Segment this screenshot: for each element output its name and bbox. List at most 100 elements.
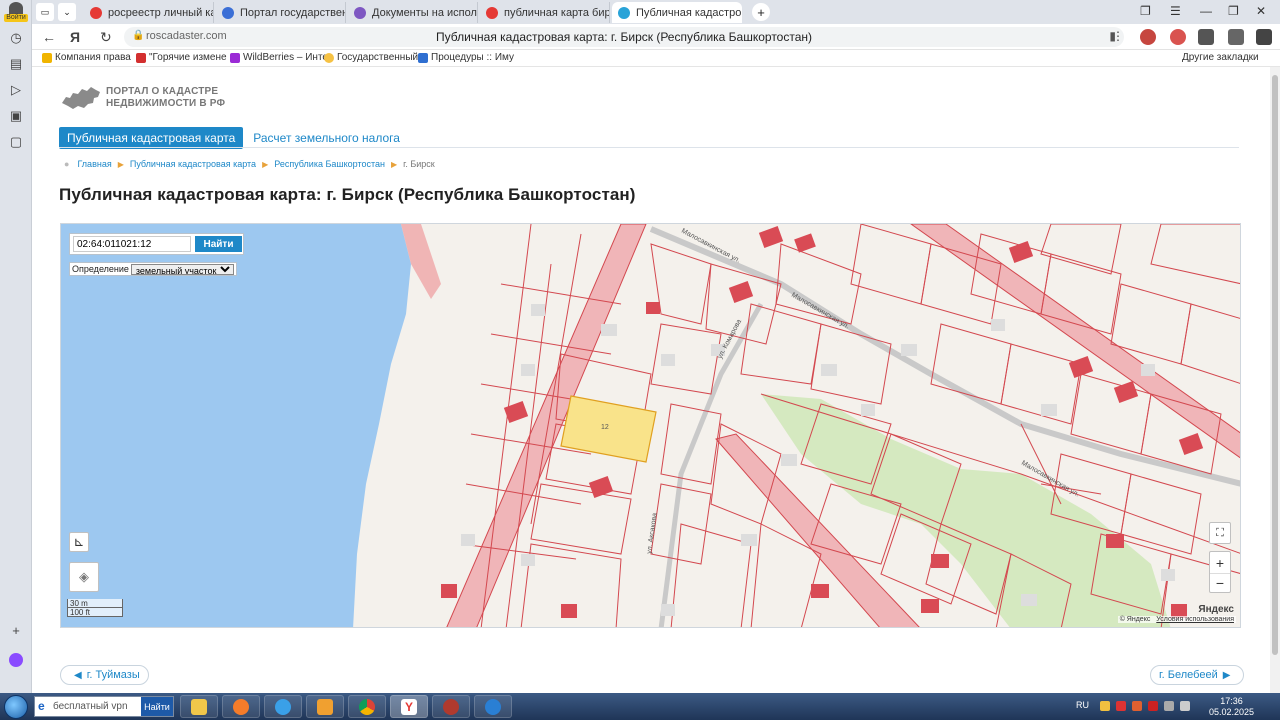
more-icon[interactable]: ⋮ [1112, 29, 1124, 43]
tab-birsk-search[interactable]: публичная карта бирска [480, 2, 610, 23]
tray-icon[interactable] [1116, 701, 1126, 711]
terms-link[interactable]: Условия использования [1156, 616, 1234, 623]
bookmark-label: Государственный [337, 52, 419, 63]
yandex-home-icon[interactable]: Я [70, 29, 80, 45]
scrollbar-thumb[interactable] [1272, 75, 1278, 655]
street-label-malosavkinskaya-2: Малосавкинская ул. [790, 292, 850, 331]
bookmark-label: "Горячие измене [149, 52, 227, 63]
chevron-left-icon: ◀ [74, 669, 82, 681]
app-icon [443, 698, 459, 715]
play-icon[interactable]: ▷ [6, 80, 26, 100]
taskbar-media[interactable] [306, 695, 344, 718]
map-canvas[interactable]: 12 Малосавкинская ул. Малосавкинская ул.… [61, 224, 1241, 628]
zoom-out-button[interactable]: − [1210, 572, 1230, 592]
street-label-aksakova: ул. Аксакова [646, 513, 659, 555]
url-field[interactable]: 🔒 roscadaster.com Публичная кадастровая … [124, 27, 1124, 47]
tray-icon[interactable] [1132, 701, 1142, 711]
extension-icon[interactable] [1170, 29, 1186, 45]
menu-cadastral-map[interactable]: Публичная кадастровая карта [59, 127, 244, 149]
prev-city-button[interactable]: ◀ г. Туймазы [60, 665, 149, 685]
page-title-in-bar: Публичная кадастровая карта: г. Бирск (Р… [435, 30, 813, 44]
cadastral-number-input[interactable] [73, 236, 191, 252]
tray-icon[interactable] [1148, 701, 1158, 711]
maximize-icon[interactable]: ❐ [1228, 4, 1239, 18]
prev-city-label: г. Туймазы [86, 669, 140, 681]
menu-divider [59, 147, 1239, 148]
extension-icon[interactable] [1198, 29, 1214, 45]
site-logo[interactable]: ПОРТАЛ О КАДАСТРЕ НЕДВИЖИМОСТИ В РФ [60, 83, 225, 113]
tab-label: росреестр личный кабин [108, 6, 213, 19]
breadcrumb-home[interactable]: Главная [77, 159, 111, 169]
user-icon [9, 2, 23, 14]
arrow-right-icon: ▶ [262, 159, 269, 169]
bookmark-item[interactable]: Компания права [42, 52, 131, 63]
network-icon[interactable] [1164, 701, 1174, 711]
clock[interactable]: 17:36 05.02.2025 [1209, 696, 1254, 718]
reload-icon[interactable]: ↻ [100, 29, 112, 46]
breadcrumb-region[interactable]: Республика Башкортостан [274, 159, 385, 169]
tab-rosreestr[interactable]: росреестр личный кабин [84, 2, 214, 23]
profile-button[interactable]: Войти [4, 2, 28, 22]
taskbar-app-2[interactable] [474, 695, 512, 718]
bookmark-item[interactable]: WildBerries – Инте [230, 52, 328, 63]
page-scrollbar[interactable] [1270, 67, 1280, 693]
taskbar-app[interactable] [432, 695, 470, 718]
tray-icon[interactable] [1100, 701, 1110, 711]
language-indicator[interactable]: RU [1076, 700, 1089, 710]
layers-button[interactable]: ◈ [69, 562, 99, 592]
breadcrumb-map[interactable]: Публичная кадастровая карта [130, 159, 256, 169]
taskbar-chrome[interactable] [348, 695, 386, 718]
logo-line-2: НЕДВИЖИМОСТИ В РФ [106, 98, 226, 109]
taskbar-ie[interactable] [264, 695, 302, 718]
start-button[interactable] [4, 695, 28, 719]
tab-gosuslugi[interactable]: Портал государственных [216, 2, 346, 23]
bookmark-item[interactable]: Государственный [324, 52, 418, 63]
cadastral-map[interactable]: 12 Малосавкинская ул. Малосавкинская ул.… [60, 223, 1241, 628]
back-icon[interactable]: ← [42, 29, 56, 45]
tab-cadastral-map[interactable]: Публичная кадастрова ✕ [612, 2, 742, 23]
apps-icon[interactable]: ▣ [6, 106, 26, 126]
taskbar-search-input[interactable]: бесплатный vpn [53, 701, 128, 712]
arrow-right-icon: ▶ [117, 159, 124, 169]
add-icon[interactable]: + [6, 620, 26, 640]
tabs-icon[interactable]: ❐ [1140, 4, 1151, 18]
alice-icon[interactable] [6, 650, 26, 670]
zoom-in-button[interactable]: + [1216, 553, 1224, 573]
yandex-logo: Яндекс [1198, 604, 1234, 615]
wildberries-icon [230, 52, 240, 63]
fullscreen-button[interactable]: ⛶ [1209, 522, 1231, 544]
next-city-button[interactable]: г. Белебеей ▶ [1150, 665, 1245, 685]
bookmarks-bar: Компания права "Горячие измене WildBerri… [32, 50, 1280, 67]
system-tray: RU 17:36 05.02.2025 [1060, 693, 1280, 720]
taskbar-yandex[interactable]: Y [390, 695, 428, 718]
close-window-icon[interactable]: ✕ [1256, 4, 1266, 18]
collections-icon[interactable]: ▤ [6, 54, 26, 74]
bookmark-label: WildBerries – Инте [243, 52, 328, 63]
screenshot-icon[interactable]: ▢ [6, 132, 26, 152]
menu-land-tax[interactable]: Расчет земельного налога [253, 131, 400, 145]
extension-icon[interactable] [1140, 29, 1156, 45]
bookmark-item[interactable]: Процедуры :: Иму [418, 52, 514, 63]
taskbar-explorer[interactable] [180, 695, 218, 718]
chevron-right-icon: ▶ [1222, 669, 1231, 681]
taskbar-firefox[interactable] [222, 695, 260, 718]
minimize-icon[interactable]: — [1200, 4, 1212, 18]
download-icon[interactable] [1256, 29, 1272, 45]
tab-group-icon[interactable]: ▭ [36, 3, 54, 21]
menu-icon[interactable]: ☰ [1170, 4, 1181, 18]
chevron-down-icon[interactable]: ⌄ [58, 3, 76, 21]
tab-documents[interactable]: Документы на исполнени [348, 2, 478, 23]
location-pin-icon: ● [64, 159, 70, 169]
other-bookmarks[interactable]: Другие закладки [1182, 52, 1259, 63]
new-tab-button[interactable]: + [752, 3, 770, 21]
bookmark-item[interactable]: "Горячие измене [136, 52, 227, 63]
bookmark-label: Компания права [55, 52, 131, 63]
object-type-select[interactable]: земельный участок [130, 263, 234, 275]
puzzle-icon[interactable] [1228, 29, 1244, 45]
ruler-button[interactable]: ⊾ [69, 532, 89, 552]
history-icon[interactable]: ◷ [6, 28, 26, 48]
volume-icon[interactable] [1180, 701, 1190, 711]
bookmark-label: Процедуры :: Иму [431, 52, 515, 63]
find-button[interactable]: Найти [195, 236, 242, 252]
taskbar-search-button[interactable]: Найти [141, 697, 173, 716]
